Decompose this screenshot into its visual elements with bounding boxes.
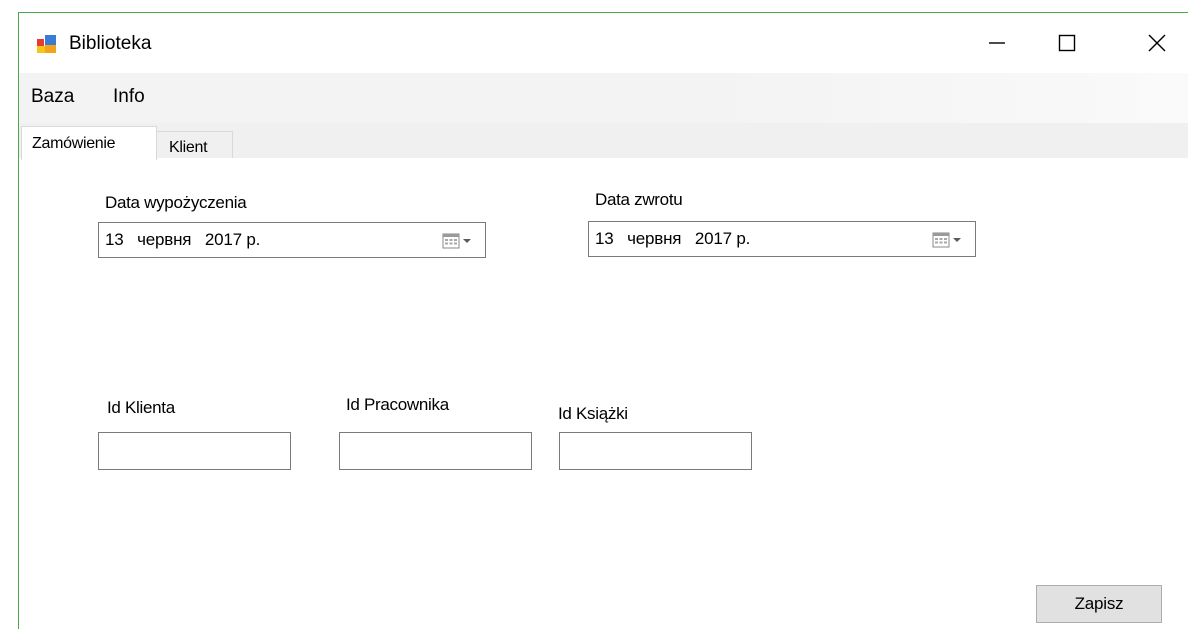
client-id-label: Id Klienta <box>107 398 175 417</box>
return-date-value: 13 червня 2017 р. <box>595 229 751 248</box>
employee-id-label: Id Pracownika <box>346 395 449 414</box>
return-date-picker[interactable]: 13 червня 2017 р. <box>588 221 976 257</box>
loan-date-picker[interactable]: 13 червня 2017 р. <box>98 222 486 258</box>
calendar-dropdown-icon[interactable] <box>441 232 477 250</box>
minimize-button[interactable] <box>967 21 1027 65</box>
book-id-input[interactable] <box>559 432 752 470</box>
close-button[interactable] <box>1127 21 1187 65</box>
loan-date-label: Data wypożyczenia <box>105 193 247 212</box>
menu-bar: Baza Info <box>19 73 1188 123</box>
menu-item-baza[interactable]: Baza <box>31 86 74 108</box>
return-date-label: Data zwrotu <box>595 190 683 209</box>
tab-strip: Zamówienie Klient <box>19 123 1188 160</box>
window-title: Biblioteka <box>69 33 152 54</box>
title-bar[interactable]: Biblioteka <box>19 13 1188 73</box>
maximize-icon <box>1058 34 1076 52</box>
save-button[interactable]: Zapisz <box>1036 585 1162 623</box>
menu-item-info[interactable]: Info <box>113 86 145 108</box>
loan-date-value: 13 червня 2017 р. <box>105 230 261 249</box>
calendar-dropdown-icon[interactable] <box>931 231 967 249</box>
client-id-input[interactable] <box>98 432 291 470</box>
book-id-label: Id Książki <box>558 404 628 423</box>
app-window: Biblioteka Baza Info Zamówienie Klient D… <box>18 12 1188 630</box>
employee-id-input[interactable] <box>339 432 532 470</box>
close-icon <box>1148 34 1166 52</box>
maximize-button[interactable] <box>1037 21 1097 65</box>
order-tab-panel: Data wypożyczenia 13 червня 2017 р. Data… <box>19 158 1188 630</box>
tab-zamowienie[interactable]: Zamówienie <box>21 126 157 160</box>
tab-klient[interactable]: Klient <box>156 131 233 158</box>
minimize-icon <box>989 42 1005 44</box>
app-icon <box>37 35 56 53</box>
